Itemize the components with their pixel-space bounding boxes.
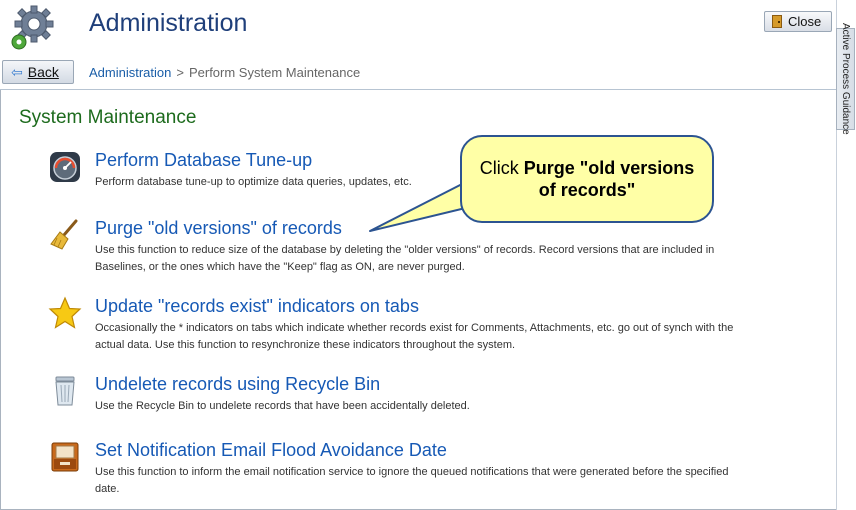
close-button[interactable]: Close	[764, 11, 832, 32]
guidance-tab-label: Active Process Guidance	[840, 23, 851, 135]
recycle-bin-icon	[55, 376, 75, 406]
close-label: Close	[788, 14, 822, 29]
active-process-guidance-tab[interactable]: Active Process Guidance	[836, 23, 855, 135]
back-button[interactable]: ⇦ Back	[2, 60, 74, 84]
perform-database-tune-up-link[interactable]: Perform Database Tune-up	[95, 150, 312, 171]
inbox-tray-icon	[51, 442, 79, 472]
item-description: Occasionally the * indicators on tabs wh…	[95, 322, 734, 351]
gauge-icon	[50, 152, 80, 182]
set-notification-flood-date-link[interactable]: Set Notification Email Flood Avoidance D…	[95, 440, 447, 461]
guidance-callout: Click Purge "old versions of records"	[460, 135, 714, 223]
section-title: System Maintenance	[19, 107, 197, 128]
undelete-recycle-bin-link[interactable]: Undelete records using Recycle Bin	[95, 374, 380, 395]
callout-bold-text: Purge "old versions of records"	[523, 158, 695, 200]
back-label: Back	[27, 64, 59, 80]
purge-old-versions-link[interactable]: Purge "old versions" of records	[95, 218, 342, 239]
broom-icon	[50, 219, 78, 250]
breadcrumb: Administration > Perform System Maintena…	[89, 65, 360, 80]
item-description: Use this function to inform the email no…	[95, 466, 729, 495]
door-icon	[772, 15, 782, 28]
breadcrumb-administration[interactable]: Administration	[89, 65, 171, 80]
item-description: Use the Recycle Bin to undelete records …	[95, 400, 470, 412]
breadcrumb-current: Perform System Maintenance	[188, 65, 361, 80]
star-icon	[48, 296, 82, 329]
back-arrow-icon: ⇦	[11, 64, 23, 80]
page-title: Administration	[89, 9, 248, 37]
breadcrumb-separator: >	[176, 65, 184, 80]
page-header: Administration Close ⇦ Back Administrati…	[0, 0, 836, 90]
gears-icon	[11, 5, 54, 50]
update-records-exist-link[interactable]: Update "records exist" indicators on tab…	[95, 296, 419, 317]
callout-prefix: Click	[479, 158, 524, 178]
item-description: Use this function to reduce size of the …	[95, 244, 715, 273]
